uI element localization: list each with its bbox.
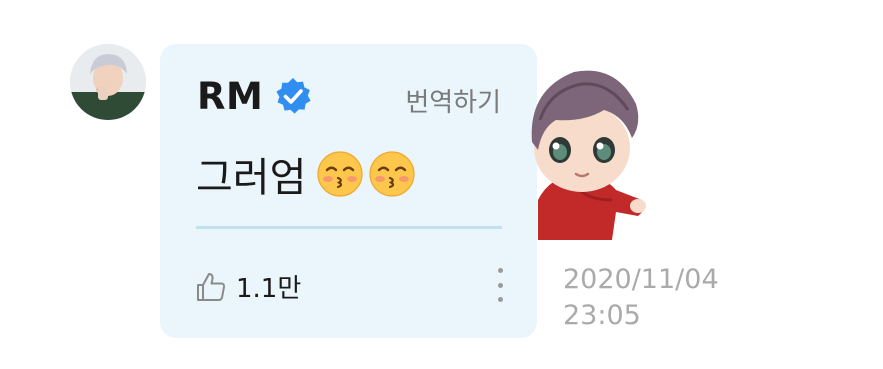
- timestamp-date: 2020/11/04: [563, 264, 719, 295]
- kissing-smiling-eyes-emoji-icon: [369, 151, 416, 197]
- chat-message-screen: RM 번역하기 그러엄 1.1만 2020/11/04 23:05: [0, 0, 883, 369]
- avatar-image: [70, 44, 146, 120]
- character-sticker-image: [531, 70, 646, 240]
- emoji-group: [316, 150, 420, 198]
- like-button[interactable]: 1.1만: [194, 268, 301, 305]
- more-vertical-icon: [497, 268, 503, 273]
- message-row: 그러엄: [196, 144, 420, 204]
- verified-badge-icon: [276, 78, 311, 114]
- message-divider: [196, 226, 502, 229]
- author-row: RM: [197, 74, 313, 118]
- character-sticker: [520, 50, 650, 240]
- thumbs-up-icon: [197, 272, 226, 301]
- like-count: 1.1만: [236, 274, 302, 304]
- timestamp-time: 23:05: [563, 300, 641, 331]
- message-bubble: RM 번역하기 그러엄 1.1만: [160, 44, 537, 338]
- author-name[interactable]: RM: [197, 75, 263, 118]
- message-timestamp: 2020/11/04 23:05: [563, 262, 719, 334]
- author-avatar[interactable]: [70, 44, 146, 120]
- more-options-button[interactable]: [493, 268, 507, 302]
- translate-link[interactable]: 번역하기: [405, 82, 501, 119]
- kissing-smiling-eyes-emoji-icon: [317, 151, 364, 197]
- message-text: 그러엄: [196, 155, 307, 201]
